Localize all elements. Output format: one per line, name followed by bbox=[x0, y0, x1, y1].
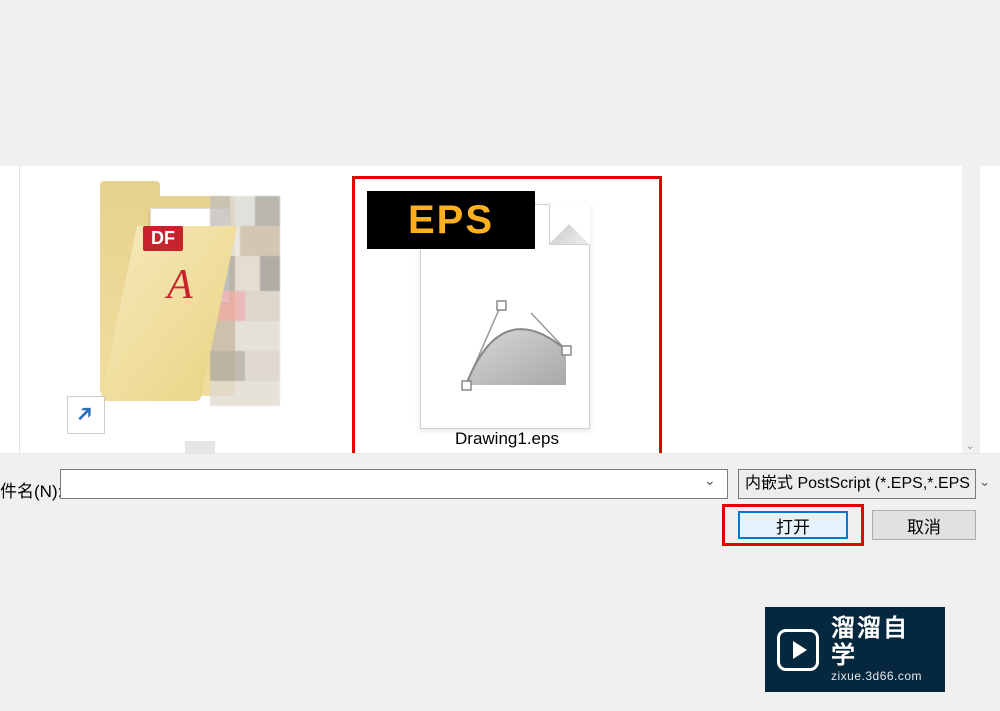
dialog-bottom-panel: 件名(N): ⌄ 内嵌式 PostScript (*.EPS,*.EPS ⌄ 打… bbox=[0, 453, 1000, 547]
eps-badge: EPS bbox=[367, 191, 535, 249]
page-fold-icon bbox=[549, 205, 589, 245]
file-open-dialog: DF A bbox=[0, 166, 1000, 546]
adobe-a-icon: A bbox=[167, 261, 193, 309]
open-button[interactable]: 打开 bbox=[738, 511, 848, 539]
filename-input[interactable] bbox=[60, 469, 728, 499]
pdf-badge-label: DF bbox=[143, 226, 183, 251]
scrollbar-down-icon[interactable]: ⌄ bbox=[966, 441, 976, 451]
watermark-badge: 溜溜自学 zixue.3d66.com bbox=[765, 607, 945, 692]
scrollbar-vertical[interactable]: ⌄ bbox=[962, 166, 980, 453]
chevron-down-icon[interactable]: ⌄ bbox=[979, 474, 990, 490]
folder-icon: DF A bbox=[45, 176, 255, 406]
filetype-select[interactable]: 内嵌式 PostScript (*.EPS,*.EPS bbox=[738, 469, 976, 499]
bezier-curve-icon bbox=[446, 295, 576, 405]
cancel-button[interactable]: 取消 bbox=[872, 510, 976, 540]
highlight-frame: 打开 bbox=[722, 504, 864, 546]
watermark-title: 溜溜自学 bbox=[831, 616, 933, 669]
file-browser-pane[interactable]: DF A bbox=[19, 166, 980, 453]
filename-label: 件名(N): bbox=[0, 477, 62, 502]
play-icon bbox=[777, 629, 819, 671]
watermark-url: zixue.3d66.com bbox=[831, 669, 933, 683]
file-name-label: Drawing1.eps bbox=[355, 429, 659, 449]
folder-item-pdf[interactable]: DF A bbox=[45, 176, 275, 406]
shortcut-overlay-icon: ➔ bbox=[67, 396, 105, 434]
file-item-selected[interactable]: EPS bbox=[352, 176, 662, 456]
filetype-selected-value: 内嵌式 PostScript (*.EPS,*.EPS bbox=[745, 475, 970, 492]
